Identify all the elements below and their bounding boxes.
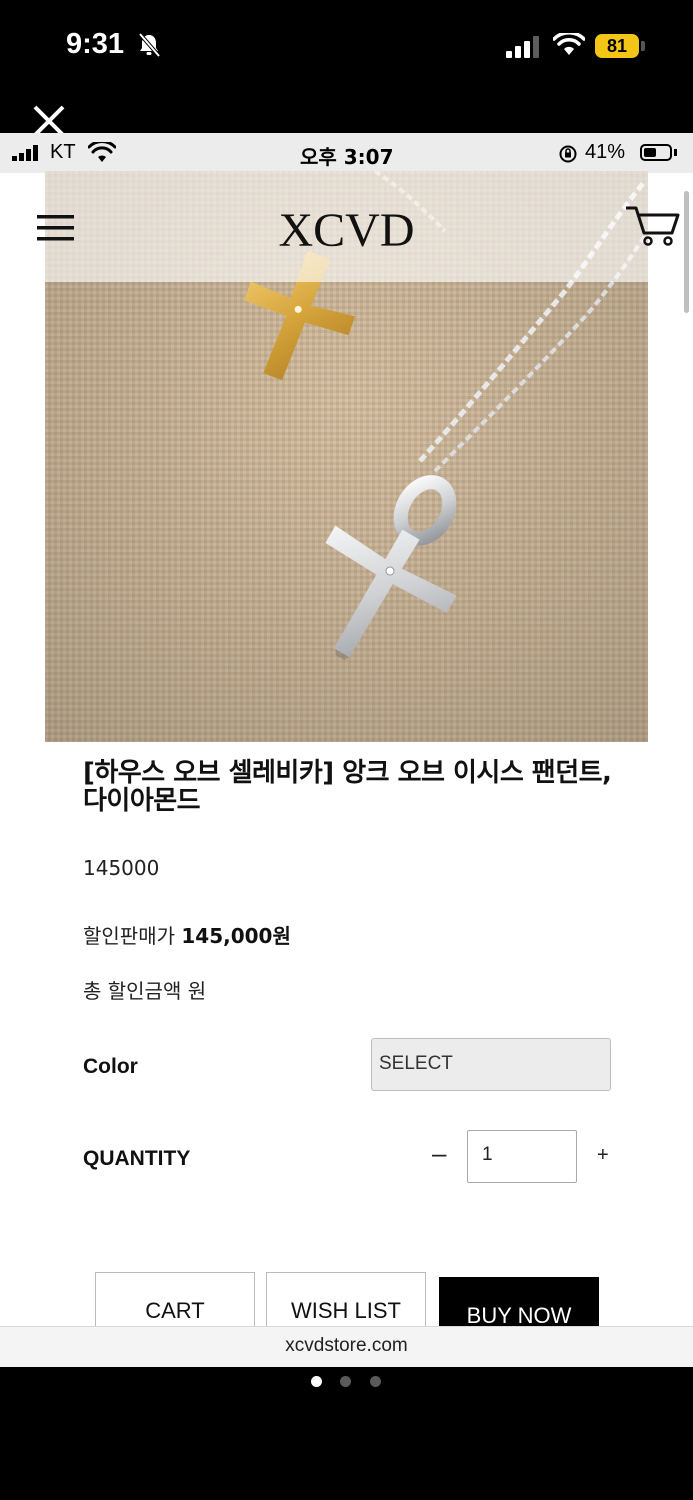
page-dot[interactable] bbox=[370, 1376, 381, 1387]
page-dot[interactable] bbox=[340, 1376, 351, 1387]
mute-icon bbox=[138, 32, 161, 58]
sale-price-amount: 145,000원 bbox=[181, 924, 291, 948]
product-price: 145000 bbox=[83, 856, 160, 880]
battery-percent: 41% bbox=[585, 141, 626, 163]
signal-icon bbox=[12, 145, 38, 161]
battery-icon: 81 bbox=[595, 34, 639, 58]
battery-icon bbox=[640, 144, 672, 161]
inner-time: 오후 3:07 bbox=[300, 145, 394, 169]
brand-logo[interactable]: XCVD bbox=[0, 203, 693, 258]
battery-fill bbox=[644, 148, 656, 157]
product-title: [하우스 오브 셀레비카] 앙크 오브 이시스 팬던트, 다이아몬드 bbox=[83, 758, 612, 816]
screenshot-viewer: KT 오후 3:07 41% XCVD [하우스 오브 셀레비카] 앙크 오브 … bbox=[0, 133, 693, 1367]
sale-price-row: 할인판매가 145,000원 bbox=[83, 920, 291, 949]
address-url: xcvdstore.com bbox=[285, 1335, 408, 1356]
total-discount: 총 할인금액 원 bbox=[83, 979, 207, 1003]
quantity-increase-button[interactable]: + bbox=[597, 1144, 609, 1167]
quantity-decrease-button[interactable]: – bbox=[432, 1138, 446, 1169]
inner-status-bar: KT 오후 3:07 41% bbox=[0, 133, 693, 173]
wifi-icon bbox=[88, 142, 116, 162]
quantity-input[interactable]: 1 bbox=[467, 1130, 577, 1183]
color-select[interactable]: SELECT bbox=[371, 1038, 611, 1091]
carrier-label: KT bbox=[50, 141, 76, 163]
rotation-lock-icon bbox=[559, 145, 577, 163]
cart-icon[interactable] bbox=[624, 205, 680, 247]
color-label: Color bbox=[83, 1055, 138, 1078]
device-time: 9:31 bbox=[66, 28, 125, 60]
battery-cap bbox=[674, 149, 677, 156]
wifi-icon bbox=[553, 33, 585, 55]
address-bar[interactable]: xcvdstore.com bbox=[0, 1326, 693, 1367]
scrollbar-thumb[interactable] bbox=[684, 191, 689, 313]
battery-cap bbox=[641, 41, 645, 51]
sale-price-label: 할인판매가 bbox=[83, 924, 175, 948]
quantity-label: QUANTITY bbox=[83, 1147, 191, 1170]
signal-icon bbox=[506, 36, 539, 58]
page-dot-active[interactable] bbox=[311, 1376, 322, 1387]
